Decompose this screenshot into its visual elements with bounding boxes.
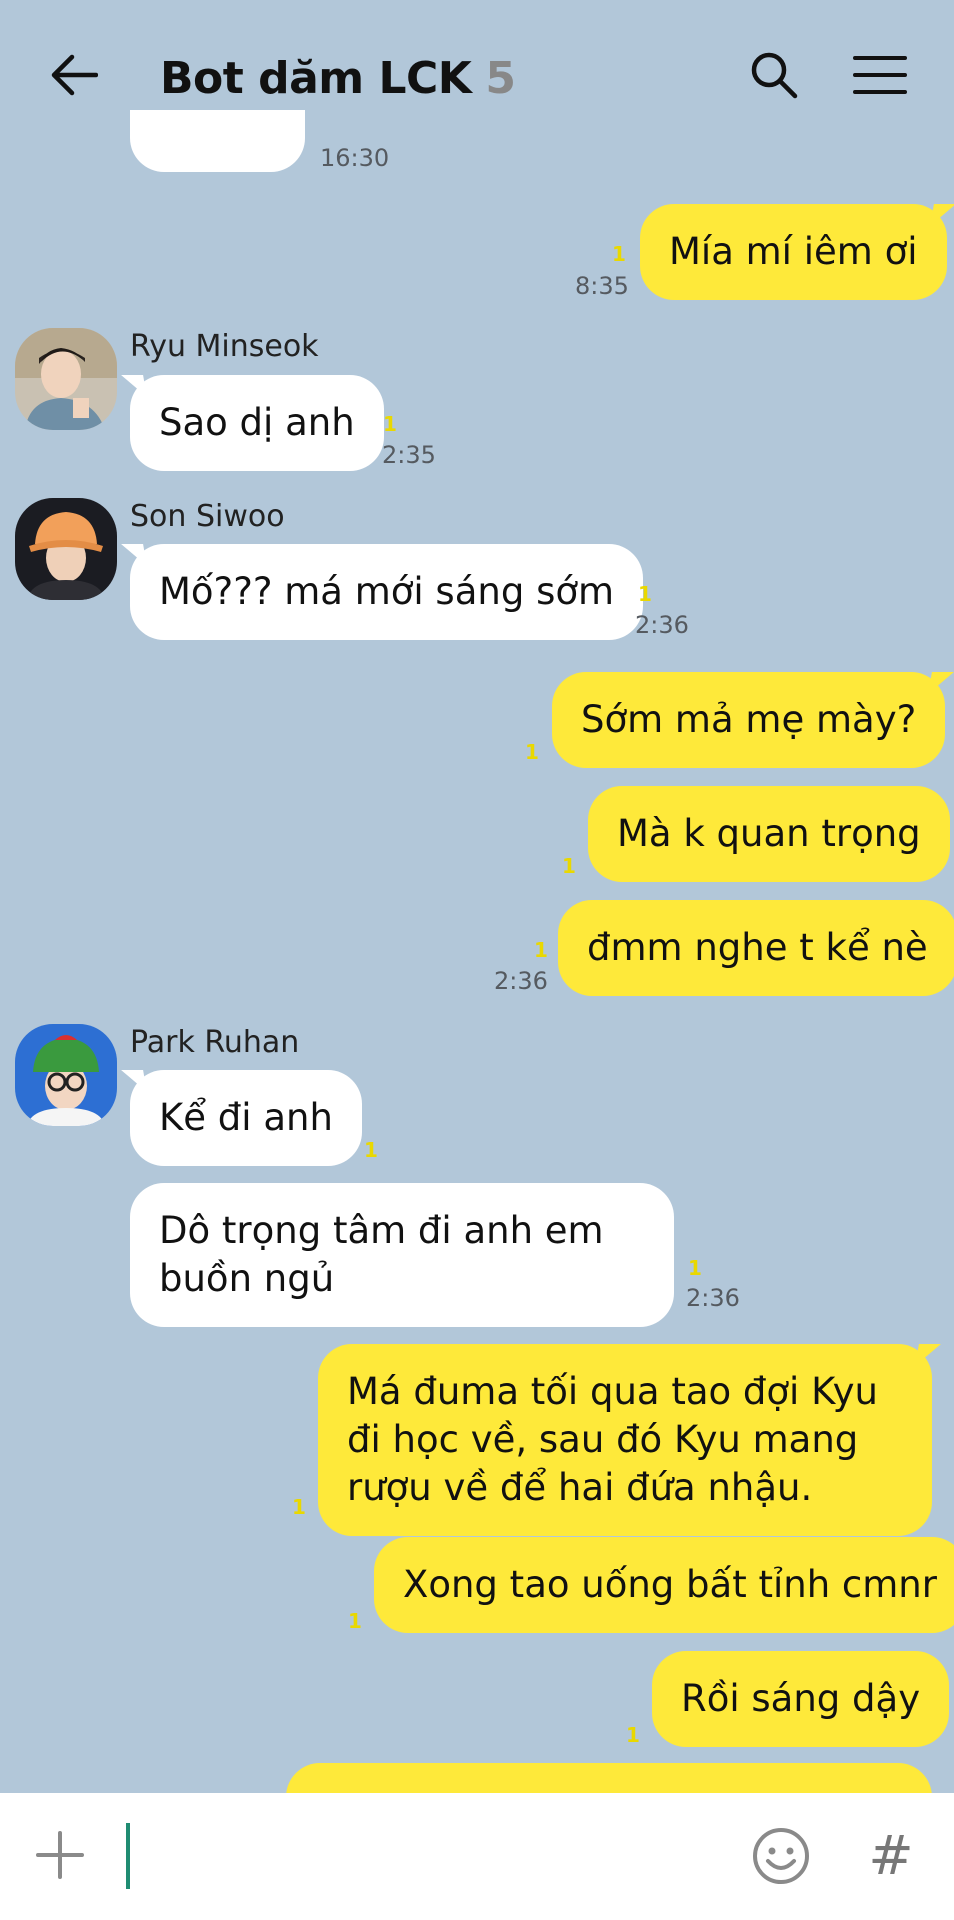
- message-text: Sao dị anh: [159, 401, 355, 444]
- message-bubble[interactable]: Kể đi anh: [130, 1070, 362, 1166]
- avatar[interactable]: [15, 498, 117, 600]
- message-bubble[interactable]: đmm nghe t kể nè: [558, 900, 954, 996]
- attach-button[interactable]: [30, 1825, 90, 1885]
- unread-count: 1: [525, 740, 539, 764]
- sender-name: Son Siwoo: [130, 499, 285, 534]
- message-time: 2:36: [686, 1284, 740, 1312]
- unread-count: 1: [292, 1495, 306, 1519]
- message-text: Má đuma tối qua tao đợi Kyu đi học về, s…: [347, 1370, 878, 1509]
- message-text: Dô trọng tâm đi anh em buồn ngủ: [159, 1209, 604, 1300]
- chat-title-area[interactable]: Bot dăm LCK 5: [160, 48, 516, 108]
- unread-count: 1: [638, 582, 652, 606]
- message-bubble[interactable]: Má đuma tối qua tao đợi Kyu đi học về, s…: [318, 1344, 932, 1536]
- unread-count: 1: [348, 1609, 362, 1633]
- message-text: Xong tao uống bất tỉnh cmnr: [403, 1563, 937, 1606]
- search-icon: [751, 52, 798, 99]
- message-bubble[interactable]: Mà k quan trọng: [588, 786, 950, 882]
- sender-name: Park Ruhan: [130, 1025, 300, 1060]
- unread-count: 1: [612, 242, 626, 266]
- message-text: Mía mí iêm ơi: [669, 230, 918, 273]
- avatar-photo: [15, 328, 117, 430]
- message-bubble[interactable]: Sao dị anh: [130, 375, 384, 471]
- message-time: 2:36: [494, 967, 548, 995]
- message-text: Mà k quan trọng: [617, 812, 921, 855]
- message-bubble[interactable]: Mía mí iêm ơi: [640, 204, 947, 300]
- hashtag-button[interactable]: #: [858, 1823, 924, 1889]
- message-bubble[interactable]: Mố??? má mới sáng sớm: [130, 544, 644, 640]
- hamburger-menu-icon: [853, 56, 907, 94]
- plus-icon: [36, 1831, 84, 1879]
- text-cursor: [126, 1823, 130, 1889]
- unread-count: 1: [364, 1138, 378, 1162]
- member-count: 5: [485, 52, 517, 104]
- message-bubble[interactable]: Rồi sáng dậy: [652, 1651, 950, 1747]
- message-bubble[interactable]: Sớm mả mẹ mày?: [552, 672, 946, 768]
- arrow-left-icon: [51, 54, 98, 96]
- message-bubble[interactable]: Dô trọng tâm đi anh em buồn ngủ: [130, 1183, 674, 1327]
- emoji-button[interactable]: [750, 1825, 812, 1887]
- unread-count: 1: [383, 412, 397, 436]
- back-button[interactable]: [44, 45, 104, 105]
- message-text: Rồi sáng dậy: [681, 1677, 921, 1720]
- sender-name: Ryu Minseok: [130, 329, 319, 364]
- chat-screen: Bot dăm LCK 5 16:30 Mía mí iêm ơi 1 8:35: [0, 0, 954, 1920]
- menu-button[interactable]: [850, 50, 910, 100]
- message-time: 2:36: [635, 611, 689, 639]
- message-input[interactable]: [134, 1819, 714, 1893]
- message-bubble[interactable]: Xong tao uống bất tỉnh cmnr: [374, 1537, 954, 1633]
- unread-count: 1: [562, 854, 576, 878]
- unread-count: 1: [626, 1723, 640, 1747]
- message-time: 2:35: [382, 441, 436, 469]
- message-input-bar: #: [0, 1793, 954, 1920]
- message-text: Sớm mả mẹ mày?: [581, 698, 917, 741]
- unread-count: 1: [534, 938, 548, 962]
- emoji-icon: [753, 1828, 809, 1884]
- search-button[interactable]: [744, 45, 804, 105]
- unread-count: 1: [688, 1256, 702, 1280]
- message-time: 16:30: [320, 144, 390, 172]
- message-text: đmm nghe t kể nè: [587, 926, 928, 969]
- message-text: Kể đi anh: [159, 1096, 333, 1139]
- message-bubble[interactable]: [130, 110, 305, 172]
- avatar-photo: [15, 498, 117, 600]
- chat-title: Bot dăm LCK: [160, 52, 472, 104]
- avatar[interactable]: [15, 328, 117, 430]
- avatar[interactable]: [15, 1024, 117, 1126]
- avatar-photo: [15, 1024, 117, 1126]
- message-text: Mố??? má mới sáng sớm: [159, 570, 615, 613]
- message-time: 8:35: [575, 272, 629, 300]
